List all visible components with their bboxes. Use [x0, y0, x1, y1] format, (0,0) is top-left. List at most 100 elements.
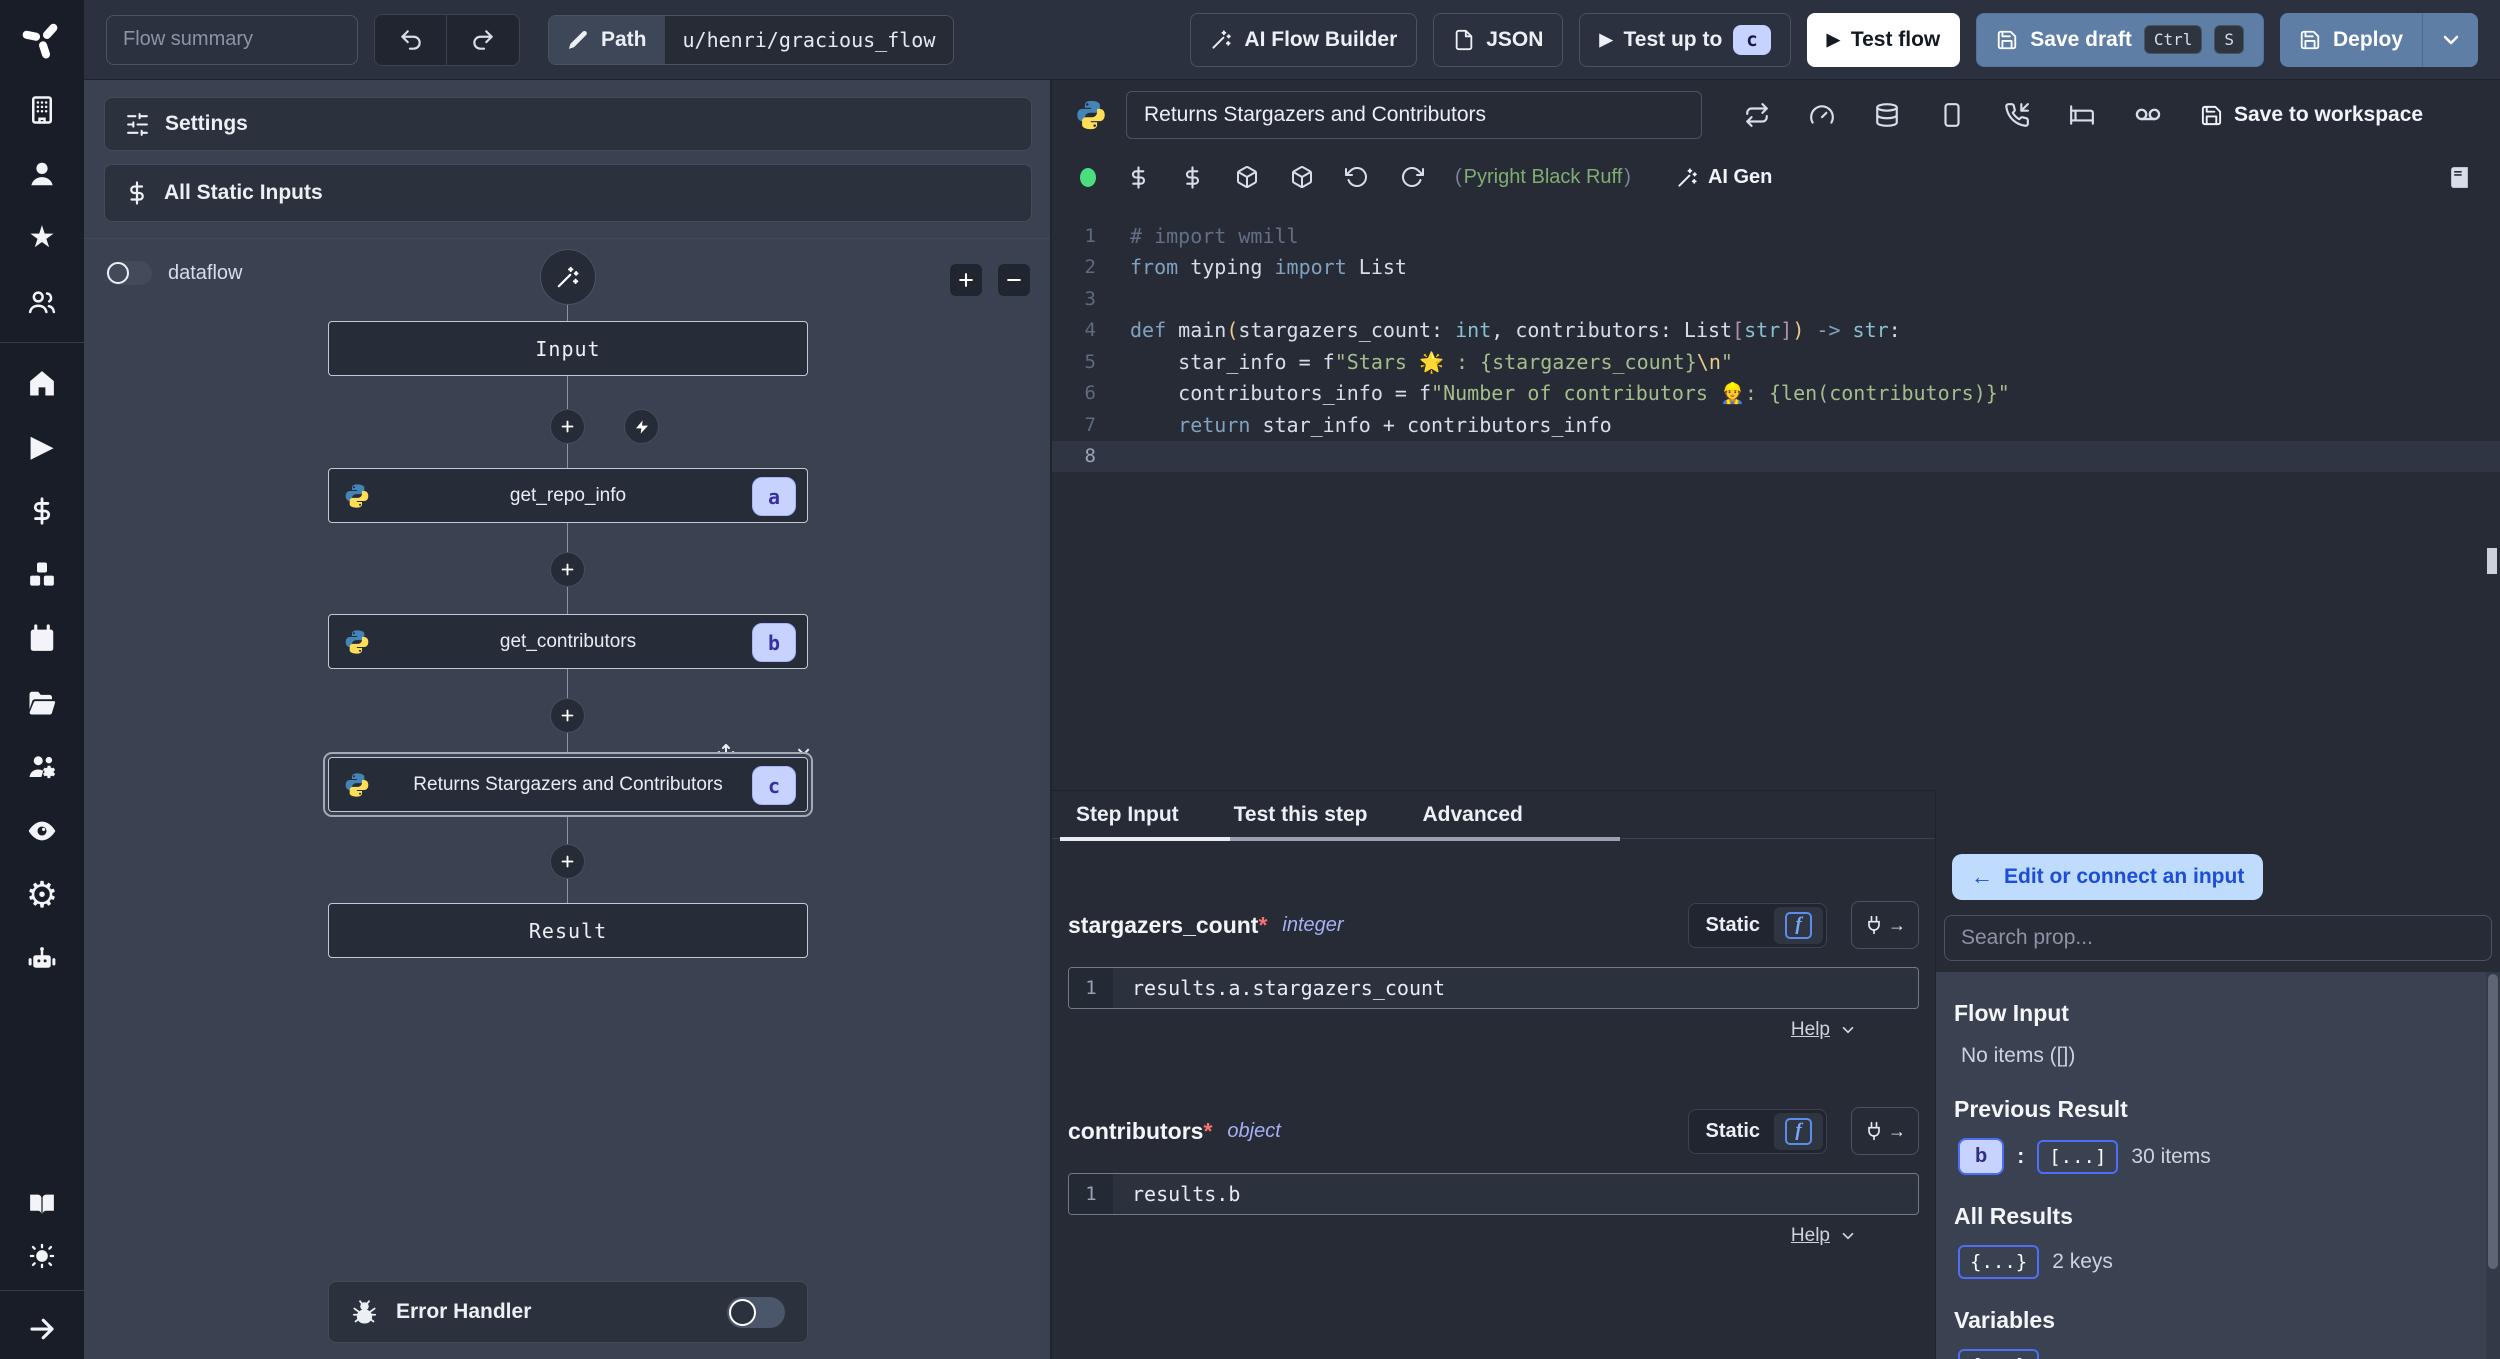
array-expand-badge[interactable]: [...] [2037, 1139, 2119, 1174]
deploy-button[interactable]: Deploy [2279, 12, 2422, 67]
test-up-to-button[interactable]: ▶ Test up to c [1579, 12, 1791, 67]
smartphone-icon[interactable] [1939, 102, 1965, 128]
tab-test-this-step[interactable]: Test this step [1234, 803, 1368, 827]
cache-database-icon[interactable] [1874, 102, 1900, 128]
package-icon[interactable] [1235, 165, 1259, 189]
json-button[interactable]: JSON [1433, 12, 1564, 67]
add-step-button[interactable] [550, 844, 585, 879]
redo-button[interactable] [447, 15, 519, 65]
code-line[interactable]: 1 # import wmill [1052, 220, 2500, 252]
object-expand-badge[interactable]: {...} [1958, 1245, 2040, 1279]
ai-gen-button[interactable]: AI Gen [1676, 166, 1772, 189]
mode-static-button[interactable]: Static [1692, 1120, 1774, 1143]
editor-scrollbar-thumb[interactable] [2487, 548, 2497, 574]
expand-sidebar-arrow-icon[interactable] [0, 1299, 84, 1359]
reload-refresh-cw-icon[interactable] [1400, 165, 1424, 189]
docs-book-icon[interactable] [0, 1178, 84, 1230]
add-step-button[interactable] [550, 698, 585, 733]
docs-book-icon[interactable] [2447, 165, 2472, 190]
result-node[interactable]: Result [328, 903, 808, 958]
ai-builder-node-button[interactable] [540, 249, 596, 305]
expression-input-contributors[interactable]: 1 results.b [1068, 1173, 1919, 1215]
user-icon[interactable] [0, 142, 84, 206]
edit-or-connect-button[interactable]: ← Edit or connect an input [1952, 854, 2264, 900]
all-static-inputs-button[interactable]: All Static Inputs [104, 164, 1032, 222]
connect-input-plug-button[interactable]: → [1851, 1107, 1919, 1155]
test-flow-button[interactable]: ▶ Test flow [1806, 12, 1961, 67]
mode-static-button[interactable]: Static [1692, 914, 1774, 937]
path-value[interactable]: u/henri/gracious_flow [664, 15, 954, 64]
flow-summary-input[interactable] [106, 14, 358, 65]
theme-sun-icon[interactable] [0, 1230, 84, 1282]
tab-step-input[interactable]: Step Input [1076, 803, 1179, 827]
add-step-button[interactable] [550, 409, 585, 444]
code-line[interactable]: 5 star_info = f"Stars 🌟 : {stargazers_co… [1052, 346, 2500, 378]
tab-advanced[interactable]: Advanced [1422, 803, 1522, 827]
code-line[interactable]: 4 def main(stargazers_count: int, contrib… [1052, 315, 2500, 347]
audit-eye-icon[interactable] [0, 799, 84, 863]
sleep-bed-icon[interactable] [2069, 102, 2095, 128]
props-scrollbar[interactable] [2486, 972, 2500, 1359]
code-line[interactable]: 8 [1052, 440, 2500, 472]
windmill-logo[interactable] [0, 0, 84, 78]
line-number: 7 [1084, 413, 1096, 436]
code-line[interactable]: 2 from typing import List [1052, 252, 2500, 284]
add-step-button[interactable] [550, 552, 585, 587]
undo-button[interactable] [375, 14, 447, 65]
favorites-star-icon[interactable]: ★ [0, 206, 84, 270]
schedules-calendar-icon[interactable] [0, 607, 84, 671]
zoom-in-button[interactable] [949, 263, 983, 297]
sliders-icon [127, 112, 148, 136]
suspend-phone-incoming-icon[interactable] [2004, 102, 2030, 128]
mode-javascript-button[interactable]: f [1774, 1112, 1823, 1150]
folders-icon[interactable] [0, 671, 84, 735]
code-line[interactable]: 7 return star_info + contributors_info [1052, 409, 2500, 441]
result-key-badge[interactable]: b [1958, 1138, 2005, 1175]
ai-flow-builder-button[interactable]: AI Flow Builder [1190, 12, 1418, 67]
tabs-scrollbar-thumb[interactable] [1230, 837, 1620, 841]
code-line[interactable]: 3 [1052, 283, 2500, 315]
variables-dollar-icon[interactable] [1181, 165, 1204, 189]
step-node-a[interactable]: get_repo_info a [328, 468, 808, 523]
reset-rotate-ccw-icon[interactable] [1345, 165, 1369, 189]
help-link[interactable]: Help [1791, 1225, 1857, 1247]
retries-repeat-icon[interactable] [1744, 102, 1770, 128]
workers-users-gear-icon[interactable] [0, 735, 84, 799]
runs-play-icon[interactable]: ▶ [0, 415, 84, 479]
variables-dollar-icon[interactable] [0, 479, 84, 543]
flow-graph-canvas[interactable]: dataflow Input get_repo_info a get_contr… [84, 238, 1050, 1359]
dataflow-toggle[interactable] [106, 261, 152, 285]
flow-settings-button[interactable]: Settings [104, 97, 1032, 151]
error-handler-card[interactable]: Error Handler [328, 1281, 808, 1343]
help-link[interactable]: Help [1791, 1019, 1857, 1041]
resources-boxes-icon[interactable] [0, 543, 84, 607]
mode-javascript-button[interactable]: f [1774, 906, 1823, 944]
save-draft-button[interactable]: Save draft Ctrl S [1976, 12, 2264, 67]
expression-input-stargazers[interactable]: 1 results.a.stargazers_count [1068, 967, 1919, 1009]
groups-users-icon[interactable] [0, 270, 84, 334]
deploy-options-button[interactable] [2422, 12, 2478, 67]
error-handler-toggle[interactable] [727, 1296, 785, 1328]
workspace-building-icon[interactable] [0, 78, 84, 142]
mock-voicemail-icon[interactable] [2134, 101, 2162, 129]
path-field[interactable]: Path u/henri/gracious_flow [548, 14, 955, 65]
static-inputs-dollar-icon[interactable] [1127, 165, 1150, 189]
ai-robot-icon[interactable] [0, 927, 84, 991]
step-node-c-selected[interactable]: Returns Stargazers and Contributors c [328, 757, 808, 812]
settings-gear-icon[interactable]: ⚙ [0, 863, 84, 927]
step-node-b[interactable]: get_contributors b [328, 614, 808, 669]
connect-input-plug-button[interactable]: → [1851, 901, 1919, 949]
save-to-workspace-button[interactable]: Save to workspace [2200, 103, 2423, 127]
step-title-input[interactable] [1126, 91, 1702, 139]
object-expand-badge[interactable]: {...} [1958, 1349, 2040, 1359]
search-prop-input[interactable] [1944, 915, 2492, 961]
code-editor[interactable]: 1 # import wmill 2 from typing import List 3… [1052, 204, 2500, 574]
add-trigger-bolt-button[interactable] [624, 409, 659, 444]
early-stop-gauge-icon[interactable] [1809, 102, 1835, 128]
zoom-out-button[interactable] [997, 263, 1031, 297]
home-icon[interactable] [0, 351, 84, 415]
input-node[interactable]: Input [328, 321, 808, 376]
code-line[interactable]: 6 contributors_info = f"Number of contri… [1052, 378, 2500, 410]
package-icon[interactable] [1290, 165, 1314, 189]
props-scrollbar-thumb[interactable] [2488, 974, 2498, 1269]
